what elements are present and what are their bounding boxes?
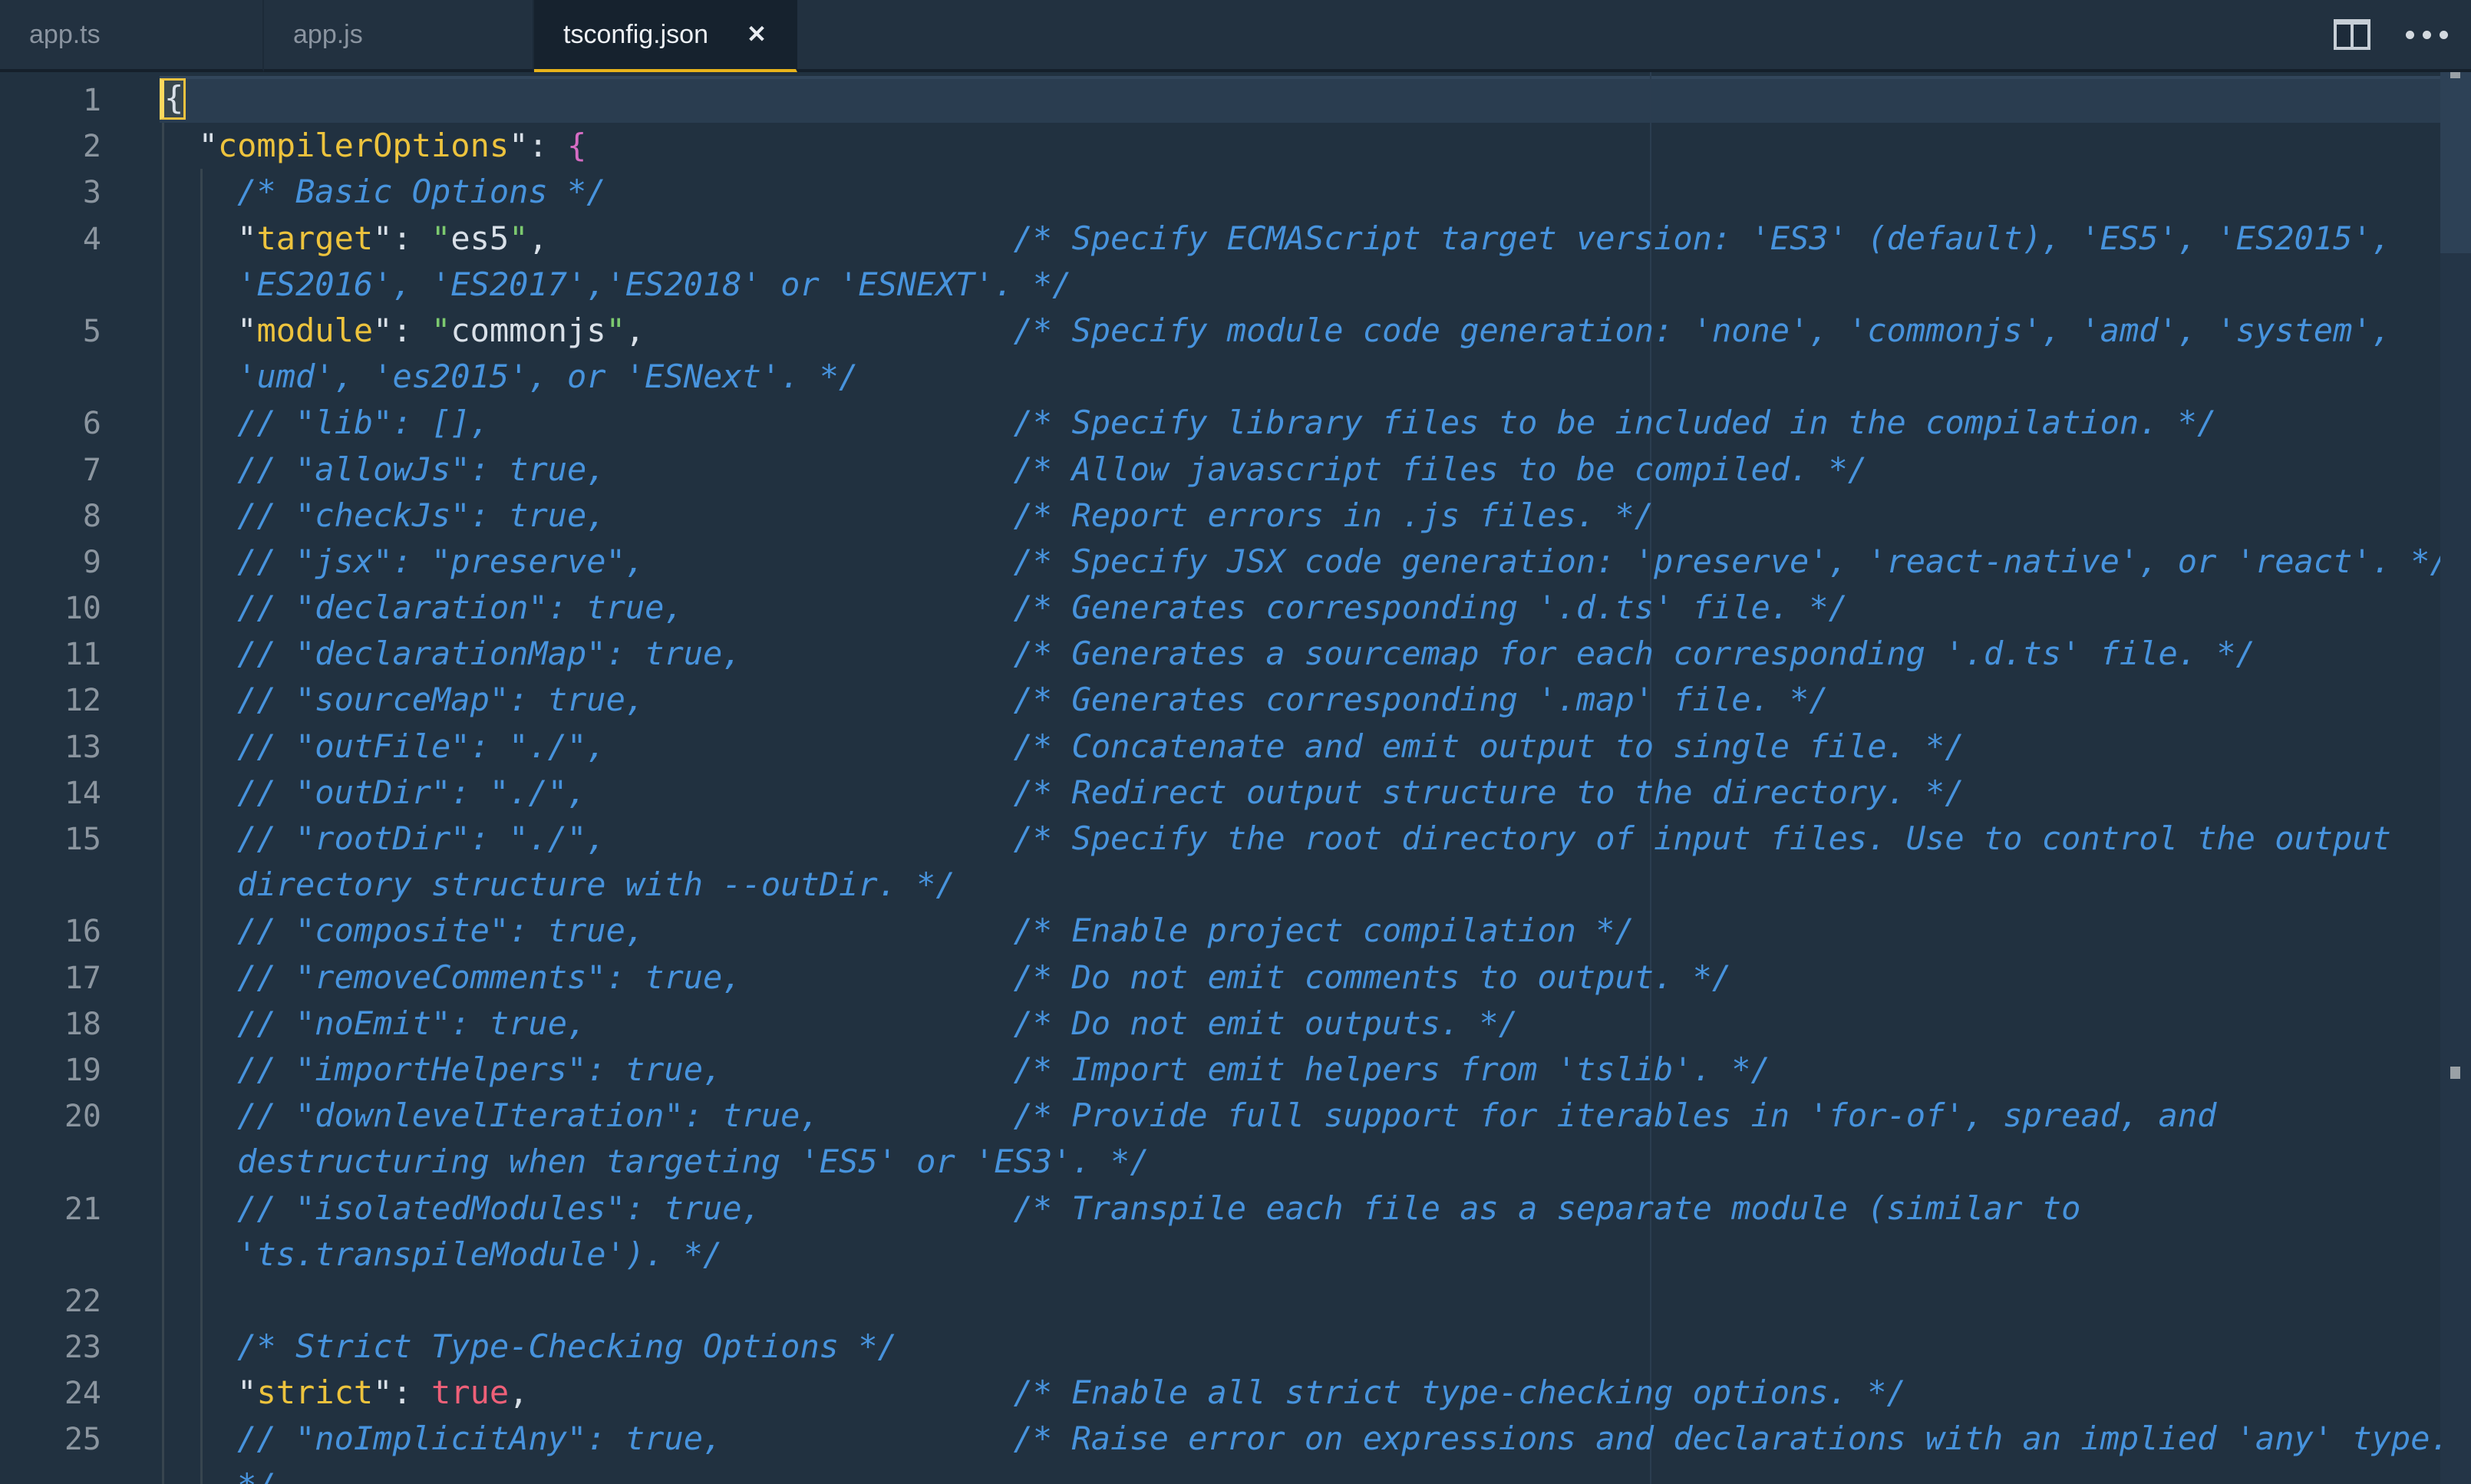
tab-label: app.ts (29, 19, 101, 49)
code-line-14[interactable]: 14 // "outDir": "./", /* Redirect output… (0, 770, 2471, 816)
code-line-3[interactable]: 3 /* Basic Options */ (0, 169, 2471, 215)
code-line-wrap[interactable]: directory structure with --outDir. */ (0, 862, 2471, 908)
code-line-10[interactable]: 10 // "declaration": true, /* Generates … (0, 585, 2471, 631)
code-line-5[interactable]: 5 "module": "commonjs", /* Specify modul… (0, 308, 2471, 354)
line-number[interactable]: 15 (0, 816, 101, 862)
scrollbar[interactable] (2440, 72, 2471, 1484)
code-line-9[interactable]: 9 // "jsx": "preserve", /* Specify JSX c… (0, 539, 2471, 585)
matched-bracket-cursor: { (160, 78, 186, 120)
code-line-wrap[interactable]: 'umd', 'es2015', or 'ESNext'. */ (0, 354, 2471, 400)
more-actions-icon[interactable] (2406, 30, 2448, 39)
code-line-wrap[interactable]: 'ts.transpileModule'). */ (0, 1232, 2471, 1278)
code-line-15[interactable]: 15 // "rootDir": "./", /* Specify the ro… (0, 816, 2471, 862)
line-number[interactable]: 10 (0, 585, 101, 632)
scrollbar-thumb[interactable] (2440, 72, 2471, 253)
line-number[interactable]: 13 (0, 724, 101, 770)
tab-label: app.js (293, 19, 363, 49)
code-line-22[interactable]: 22 (0, 1278, 2471, 1324)
code-line-1[interactable]: 1{ (0, 77, 2471, 123)
editor[interactable]: 1{2 "compilerOptions": {3 /* Basic Optio… (0, 72, 2471, 1484)
code-line-13[interactable]: 13 // "outFile": "./", /* Concatenate an… (0, 724, 2471, 770)
code-line-20[interactable]: 20 // "downlevelIteration": true, /* Pro… (0, 1093, 2471, 1139)
code-line-wrap[interactable]: destructuring when targeting 'ES5' or 'E… (0, 1139, 2471, 1185)
line-number[interactable]: 16 (0, 909, 101, 955)
code-line-12[interactable]: 12 // "sourceMap": true, /* Generates co… (0, 677, 2471, 723)
line-number[interactable]: 4 (0, 216, 101, 262)
line-number[interactable]: 6 (0, 401, 101, 447)
code-line-8[interactable]: 8 // "checkJs": true, /* Report errors i… (0, 493, 2471, 539)
code-line-2[interactable]: 2 "compilerOptions": { (0, 123, 2471, 169)
overview-ruler-marker (2450, 72, 2460, 78)
code-line-6[interactable]: 6 // "lib": [], /* Specify library files… (0, 400, 2471, 446)
tab-app-ts[interactable]: app.ts (0, 0, 264, 72)
line-number[interactable]: 11 (0, 632, 101, 678)
tab-app-js[interactable]: app.js (264, 0, 534, 72)
line-number[interactable]: 14 (0, 770, 101, 816)
code-line-23[interactable]: 23 /* Strict Type-Checking Options */ (0, 1324, 2471, 1370)
line-number[interactable]: 18 (0, 1001, 101, 1047)
code-line-16[interactable]: 16 // "composite": true, /* Enable proje… (0, 908, 2471, 954)
line-number[interactable]: 9 (0, 539, 101, 585)
line-number[interactable]: 23 (0, 1324, 101, 1370)
line-number[interactable]: 5 (0, 308, 101, 355)
line-number[interactable]: 8 (0, 493, 101, 539)
code-line-19[interactable]: 19 // "importHelpers": true, /* Import e… (0, 1047, 2471, 1093)
line-number[interactable]: 21 (0, 1186, 101, 1232)
overview-ruler-marker (2450, 1067, 2460, 1079)
code-line-11[interactable]: 11 // "declarationMap": true, /* Generat… (0, 631, 2471, 677)
code-line-17[interactable]: 17 // "removeComments": true, /* Do not … (0, 955, 2471, 1001)
tabbar-actions (797, 0, 2471, 72)
line-number[interactable]: 22 (0, 1278, 101, 1324)
tab-label: tsconfig.json (563, 19, 708, 49)
code-area[interactable]: 1{2 "compilerOptions": {3 /* Basic Optio… (0, 77, 2471, 1484)
line-number[interactable]: 19 (0, 1047, 101, 1093)
line-number[interactable]: 2 (0, 124, 101, 170)
tab-tsconfig-json[interactable]: tsconfig.json ✕ (534, 0, 797, 72)
line-number[interactable]: 20 (0, 1093, 101, 1139)
code-line-wrap[interactable]: 'ES2016', 'ES2017','ES2018' or 'ESNEXT'.… (0, 262, 2471, 308)
split-editor-icon[interactable] (2334, 19, 2370, 50)
code-line-25[interactable]: 25 // "noImplicitAny": true, /* Raise er… (0, 1416, 2471, 1462)
code-line-24[interactable]: 24 "strict": true, /* Enable all strict … (0, 1370, 2471, 1416)
tab-bar: app.ts app.js tsconfig.json ✕ (0, 0, 2471, 72)
code-line-wrap[interactable]: */ (0, 1463, 2471, 1484)
code-line-4[interactable]: 4 "target": "es5", /* Specify ECMAScript… (0, 216, 2471, 262)
code-line-21[interactable]: 21 // "isolatedModules": true, /* Transp… (0, 1186, 2471, 1232)
code-line-18[interactable]: 18 // "noEmit": true, /* Do not emit out… (0, 1001, 2471, 1047)
line-number[interactable]: 25 (0, 1416, 101, 1463)
line-number[interactable]: 24 (0, 1370, 101, 1416)
code-line-7[interactable]: 7 // "allowJs": true, /* Allow javascrip… (0, 447, 2471, 493)
line-number[interactable]: 17 (0, 955, 101, 1001)
line-number[interactable]: 3 (0, 170, 101, 216)
line-number[interactable]: 1 (0, 77, 101, 124)
line-number[interactable]: 7 (0, 447, 101, 493)
tab-close-icon[interactable]: ✕ (747, 21, 767, 48)
line-number[interactable]: 12 (0, 678, 101, 724)
